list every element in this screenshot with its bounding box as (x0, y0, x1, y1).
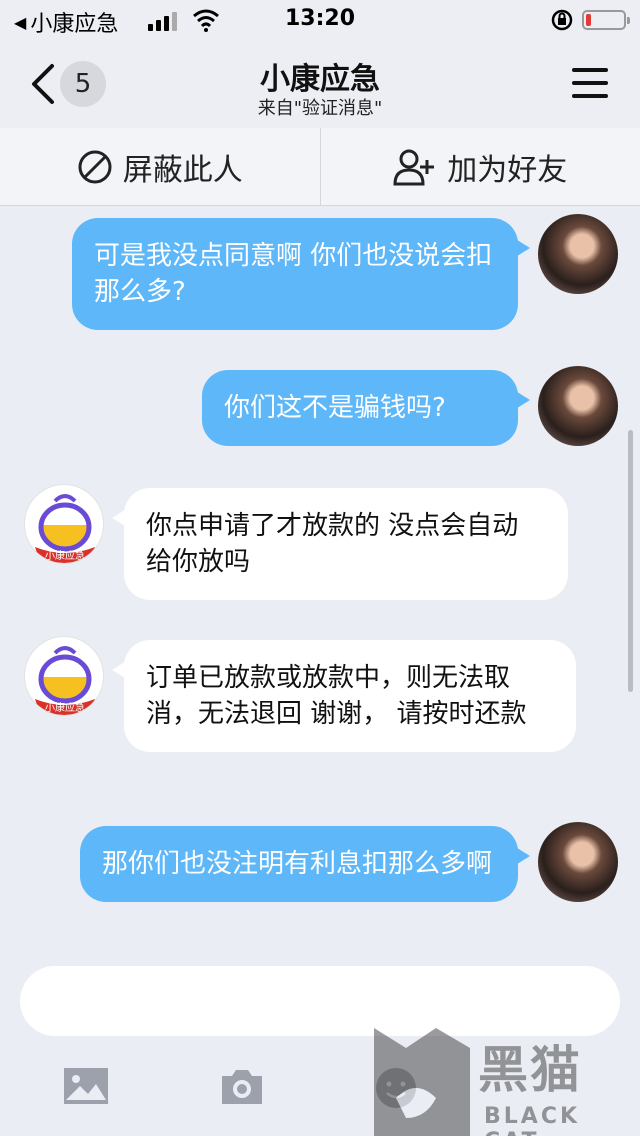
user-avatar[interactable] (538, 822, 618, 902)
app-logo-icon: 小康应急 (35, 646, 95, 715)
message-bubble-incoming[interactable]: 订单已放款或放款中，则无法取消，无法退回 谢谢， 请按时还款 (112, 640, 576, 752)
page-subtitle: 来自"验证消息" (257, 98, 383, 119)
rotation-lock-icon (551, 9, 573, 31)
watermark-text: 黑猫 (478, 1041, 582, 1099)
action-bar: 屏蔽此人 加为好友 (0, 128, 640, 206)
message-bubble-outgoing[interactable]: 你们这不是骗钱吗? (202, 370, 530, 446)
scrollbar[interactable] (628, 430, 633, 692)
message-bubble-outgoing[interactable]: 那你们也没注明有利息扣那么多啊 (80, 826, 530, 902)
watermark-text-en: BLACK CAT (484, 1104, 581, 1136)
user-avatar[interactable] (538, 366, 618, 446)
message-bubble-outgoing[interactable]: 可是我没点同意啊 你们也没说会扣那么多? (72, 218, 530, 330)
bot-avatar[interactable]: 小康应急 (24, 636, 104, 716)
user-avatar[interactable] (538, 214, 618, 294)
add-friend-label: 加为好友 (447, 152, 568, 188)
add-user-icon (393, 149, 435, 185)
battery-level (586, 14, 591, 26)
block-icon (78, 150, 112, 183)
block-user-button[interactable]: 屏蔽此人 (0, 128, 320, 205)
page-title: 小康应急 (260, 62, 380, 97)
nav-bar: 5 小康应急 来自"验证消息" (0, 40, 640, 128)
menu-icon[interactable] (572, 68, 608, 100)
bot-avatar[interactable]: 小康应急 (24, 484, 104, 564)
message-list[interactable]: 可是我没点同意啊 你们也没说会扣那么多? 你们这不是骗钱吗? 小康应急 你点申请… (0, 206, 640, 948)
app-logo-icon: 小康应急 (35, 494, 95, 563)
add-friend-button[interactable]: 加为好友 (321, 128, 640, 205)
message-bubble-incoming[interactable]: 你点申请了才放款的 没点会自动 给你放吗 (112, 488, 568, 600)
logo-label: 小康应急 (45, 549, 85, 562)
block-user-label: 屏蔽此人 (122, 152, 243, 188)
clock: 13:20 (284, 6, 356, 31)
battery-icon (582, 10, 630, 30)
camera-icon[interactable] (218, 1066, 266, 1106)
status-bar: ◀ 小康应急 13:20 (0, 0, 640, 40)
logo-label: 小康应急 (45, 701, 85, 714)
image-icon[interactable] (62, 1066, 110, 1106)
